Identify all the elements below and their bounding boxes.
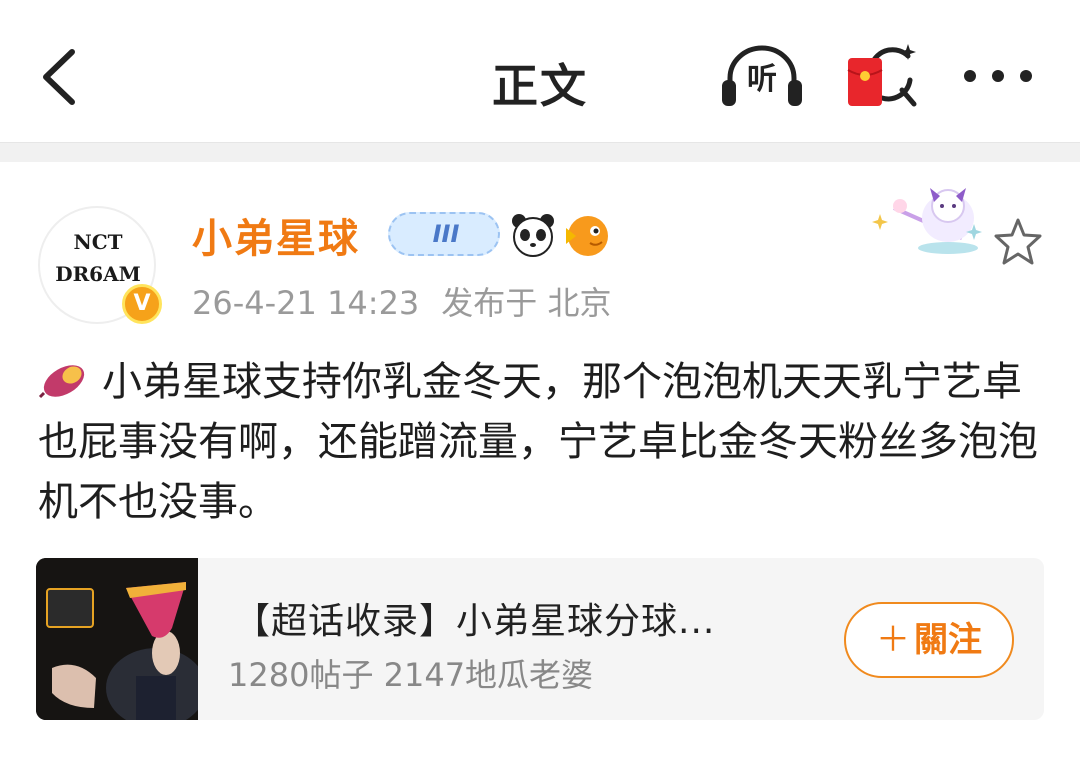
author-name[interactable]: 小弟星球 — [192, 206, 360, 264]
listen-label: 听 — [747, 62, 777, 97]
level-badge-text: III — [432, 220, 460, 248]
avatar-text-line1: NCT — [73, 230, 123, 254]
avatar-text-line2: DR6AM — [55, 262, 141, 286]
thumbnail-logo-icon — [46, 588, 94, 628]
post-source: 发布于 北京 — [441, 284, 612, 322]
card-subtitle: 1280帖子 2147地瓜老婆 — [228, 656, 594, 694]
post-body: 小弟星球支持你乳金冬天，那个泡泡机天天乳宁艺卓也屁事没有啊，还能蹭流量，宁艺卓比… — [38, 352, 1048, 532]
sweet-potato-icon — [38, 365, 85, 399]
post-text: 小弟星球支持你乳金冬天，那个泡泡机天天乳宁艺卓也屁事没有啊，还能蹭流量，宁艺卓比… — [38, 359, 1038, 525]
star-icon[interactable] — [992, 216, 1044, 268]
card-title: 【超话收录】小弟星球分球... — [234, 601, 716, 642]
top-bar: 正文 听 — [0, 0, 1080, 142]
decoration-sticker-icon — [872, 188, 982, 254]
panda-icon[interactable] — [510, 212, 556, 258]
verified-badge: V — [122, 284, 162, 324]
post-timestamp: 26-4-21 14:23 — [192, 284, 420, 322]
level-badge[interactable]: III — [388, 212, 500, 256]
super-topic-card[interactable]: 【超话收录】小弟星球分球... 1280帖子 2147地瓜老婆 ＋關注 — [36, 558, 1044, 720]
fish-icon[interactable] — [562, 210, 612, 258]
post-meta: 26-4-21 14:23 发布于 北京 — [192, 278, 611, 324]
plus-icon: ＋ — [876, 620, 910, 660]
section-divider — [0, 142, 1080, 162]
follow-label: 關注 — [914, 620, 982, 660]
more-icon[interactable] — [962, 62, 1034, 90]
follow-button[interactable]: ＋關注 — [844, 602, 1014, 678]
avatar[interactable]: NCT DR6AM V — [38, 206, 162, 324]
listen-icon[interactable]: 听 — [720, 42, 804, 108]
card-thumbnail — [36, 558, 198, 720]
red-packet-icon[interactable] — [842, 40, 922, 110]
